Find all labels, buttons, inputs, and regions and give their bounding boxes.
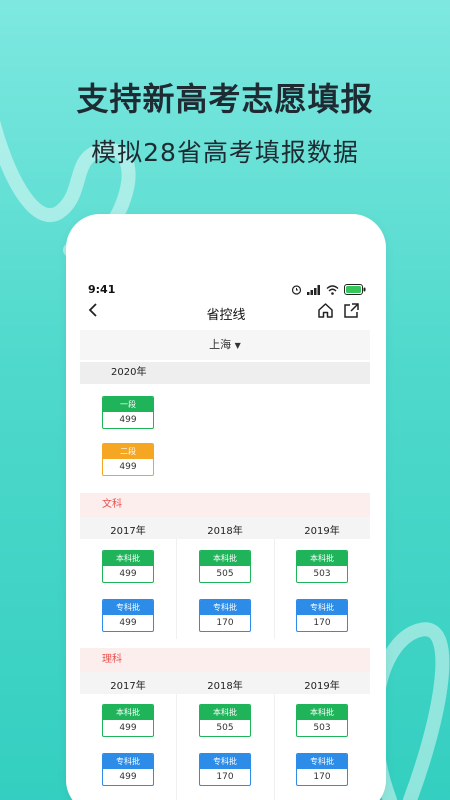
column-divider [176,539,177,639]
phone-mockup: 9:41 省控线 上海 ▼ 2020年 一段 499 二段 499 文科 201… [66,214,386,800]
score-card-like-zhuanke-2017[interactable]: 专科批 499 [102,753,154,786]
status-time: 9:41 [88,283,116,296]
status-icons [291,284,366,295]
signal-icon [307,284,320,295]
page-title: 省控线 [206,308,246,323]
score-card-label: 本科批 [103,705,153,720]
score-card-value: 499 [119,723,137,733]
score-card-label: 专科批 [297,600,347,615]
score-card-value: 505 [216,569,234,579]
score-card-wenke-benke-2018[interactable]: 本科批 505 [199,550,251,583]
wifi-icon [326,284,339,295]
year-label: 2019年 [304,526,340,537]
score-card-label: 本科批 [297,551,347,566]
score-card-label: 本科批 [200,705,250,720]
column-divider [274,539,275,639]
score-card-label: 专科批 [103,600,153,615]
score-card-wenke-zhuanke-2019[interactable]: 专科批 170 [296,599,348,632]
column-divider [176,694,177,800]
score-card-label: 专科批 [297,754,347,769]
score-card-value: 503 [313,569,331,579]
share-icon[interactable] [343,302,360,323]
column-divider [274,694,275,800]
score-card-value: 170 [216,618,234,628]
score-card-label: 本科批 [297,705,347,720]
score-card-erduan[interactable]: 二段 499 [102,443,154,476]
score-card-label: 一段 [103,397,153,412]
promo-headline: 支持新高考志愿填报 [76,80,374,118]
score-card-wenke-zhuanke-2017[interactable]: 专科批 499 [102,599,154,632]
score-card-like-zhuanke-2018[interactable]: 专科批 170 [199,753,251,786]
score-card-wenke-benke-2019[interactable]: 本科批 503 [296,550,348,583]
score-card-value: 170 [313,772,331,782]
score-card-like-benke-2017[interactable]: 本科批 499 [102,704,154,737]
score-card-wenke-zhuanke-2018[interactable]: 专科批 170 [199,599,251,632]
year-label: 2019年 [304,681,340,692]
home-icon[interactable] [317,302,334,323]
province-label: 上海 [209,338,232,351]
score-card-wenke-benke-2017[interactable]: 本科批 499 [102,550,154,583]
score-card-value: 499 [119,415,137,425]
category-wenke: 文科 [80,493,370,517]
score-card-value: 503 [313,723,331,733]
score-card-value: 170 [313,618,331,628]
score-card-label: 本科批 [103,551,153,566]
promo-subline: 模拟28省高考填报数据 [91,138,359,167]
year-row-wenke: 2017年 2018年 2019年 [80,517,370,539]
status-bar: 9:41 [66,280,386,300]
score-card-value: 499 [119,772,137,782]
province-selector[interactable]: 上海 ▼ [80,330,370,360]
dropdown-caret-icon: ▼ [234,341,241,350]
score-card-value: 499 [119,618,137,628]
year-label: 2018年 [207,526,243,537]
score-card-value: 499 [119,569,137,579]
score-card-label: 二段 [103,444,153,459]
score-card-value: 499 [119,462,137,472]
score-card-label: 本科批 [200,551,250,566]
score-card-like-benke-2019[interactable]: 本科批 503 [296,704,348,737]
score-card-label: 专科批 [200,600,250,615]
battery-icon [344,284,366,295]
category-like: 理科 [80,648,370,672]
year-header-2020: 2020年 [80,362,370,384]
score-card-label: 专科批 [200,754,250,769]
score-card-value: 505 [216,723,234,733]
score-card-like-zhuanke-2019[interactable]: 专科批 170 [296,753,348,786]
score-card-like-benke-2018[interactable]: 本科批 505 [199,704,251,737]
score-card-yiduan[interactable]: 一段 499 [102,396,154,429]
nav-bar: 省控线 [66,300,386,326]
year-label: 2018年 [207,681,243,692]
year-label: 2020年 [111,367,147,378]
score-card-label: 专科批 [103,754,153,769]
year-label: 2017年 [110,526,146,537]
alarm-icon [291,285,302,295]
year-row-like: 2017年 2018年 2019年 [80,672,370,694]
score-card-value: 170 [216,772,234,782]
year-label: 2017年 [110,681,146,692]
